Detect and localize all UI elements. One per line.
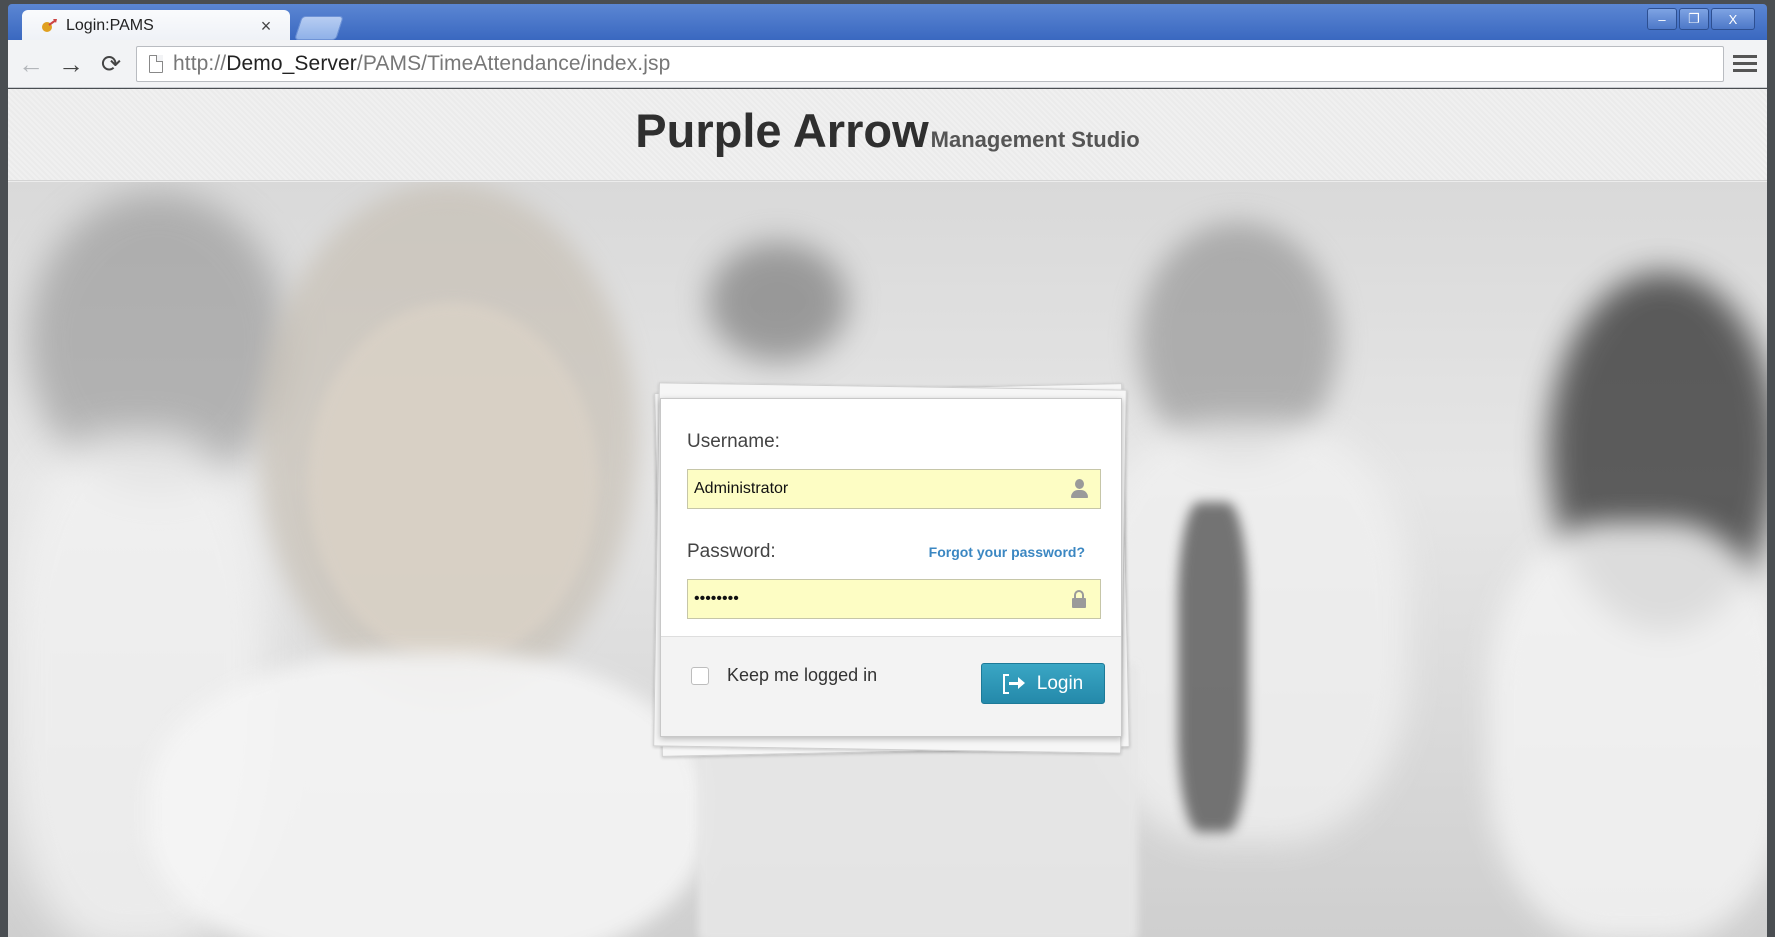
tab-title: Login:PAMS xyxy=(66,17,154,34)
username-value[interactable]: Administrator xyxy=(694,480,1064,498)
login-footer: Keep me logged in Login xyxy=(661,636,1121,736)
minimize-button[interactable]: – xyxy=(1647,8,1677,30)
password-value[interactable]: •••••••• xyxy=(694,590,1064,608)
favicon-icon xyxy=(40,18,58,34)
new-tab-button[interactable] xyxy=(294,16,344,40)
user-icon xyxy=(1064,474,1094,504)
login-icon xyxy=(1002,673,1025,694)
login-panel: Username: Administrator Password: Forgot… xyxy=(653,382,1130,757)
username-field[interactable]: Administrator xyxy=(687,469,1101,509)
login-button-label: Login xyxy=(1036,672,1084,694)
url-path: /PAMS/TimeAttendance/index.jsp xyxy=(356,52,671,75)
url-text: http://Demo_Server/PAMS/TimeAttendance/i… xyxy=(173,52,670,76)
address-bar[interactable]: http://Demo_Server/PAMS/TimeAttendance/i… xyxy=(136,46,1724,82)
brand-title: Purple Arrow xyxy=(635,104,929,157)
browser-tab[interactable]: Login:PAMS × xyxy=(22,10,290,42)
keep-logged-in-label[interactable]: Keep me logged in xyxy=(727,665,877,686)
restore-button[interactable]: ❐ xyxy=(1679,8,1709,30)
lock-icon xyxy=(1064,584,1094,614)
forward-icon[interactable]: → xyxy=(54,48,88,80)
forgot-password-link[interactable]: Forgot your password? xyxy=(929,544,1085,560)
tab-close-icon[interactable]: × xyxy=(256,16,276,37)
browser-window: Login:PAMS × – ❐ X ← → ⟳ http://Demo_Ser… xyxy=(0,0,1775,937)
login-button[interactable]: Login xyxy=(981,663,1105,704)
menu-icon[interactable] xyxy=(1733,50,1757,76)
login-form: Username: Administrator Password: Forgot… xyxy=(660,398,1122,737)
page-icon xyxy=(149,55,163,73)
password-label: Password: xyxy=(687,541,776,562)
reload-icon[interactable]: ⟳ xyxy=(94,48,128,80)
back-icon[interactable]: ← xyxy=(14,48,48,80)
brand-subtitle: Management Studio xyxy=(930,127,1140,152)
brand: Purple Arrow Management Studio xyxy=(8,103,1767,158)
url-host: Demo_Server xyxy=(226,52,357,75)
title-bar: Login:PAMS × – ❐ X xyxy=(8,4,1767,42)
username-label: Username: xyxy=(687,431,780,452)
window-controls: – ❐ X xyxy=(1647,8,1755,30)
keep-logged-in-checkbox[interactable] xyxy=(691,667,709,685)
password-field[interactable]: •••••••• xyxy=(687,579,1101,619)
page-header: Purple Arrow Management Studio xyxy=(8,89,1767,181)
url-scheme: http:// xyxy=(173,52,227,75)
close-window-button[interactable]: X xyxy=(1711,8,1755,30)
page-content: Purple Arrow Management Studio Username: xyxy=(8,89,1767,937)
browser-toolbar: ← → ⟳ http://Demo_Server/PAMS/TimeAttend… xyxy=(8,40,1767,88)
